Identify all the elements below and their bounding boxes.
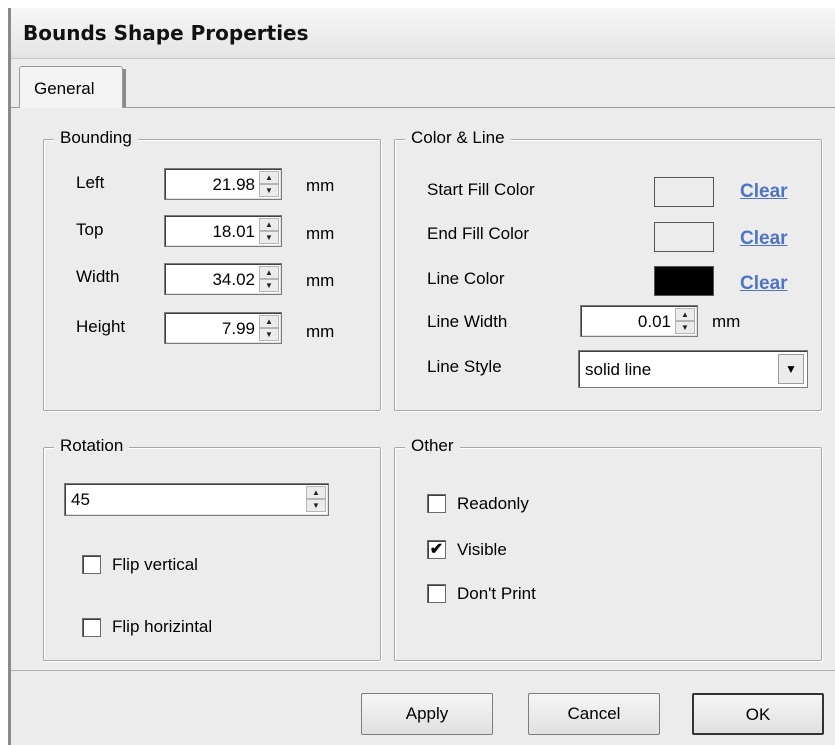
start-fill-color-label: Start Fill Color	[427, 180, 535, 199]
cancel-button[interactable]: Cancel	[528, 693, 660, 735]
width-spin-down-icon[interactable]: ▼	[259, 279, 279, 292]
flip-vertical-checkbox[interactable]	[82, 555, 101, 574]
apply-button[interactable]: Apply	[361, 693, 493, 735]
end-fill-clear-link[interactable]: Clear	[740, 228, 788, 250]
height-spin-down-icon[interactable]: ▼	[259, 328, 279, 341]
left-unit: mm	[306, 176, 335, 195]
rotation-value: 45	[71, 490, 90, 509]
width-spin-up-icon[interactable]: ▲	[259, 266, 279, 279]
bounds-shape-properties-dialog: Bounds Shape Properties General Bounding…	[8, 8, 835, 745]
rotation-spin-up-icon[interactable]: ▲	[306, 486, 326, 499]
top-label: Top	[76, 220, 104, 239]
tab-general-label: General	[34, 79, 95, 98]
window-title: Bounds Shape Properties	[23, 21, 309, 45]
readonly-label[interactable]: Readonly	[457, 494, 529, 514]
height-unit: mm	[306, 322, 335, 341]
width-value: 34.02	[212, 270, 255, 289]
color-line-group: Color & Line Start Fill Color Clear End …	[394, 128, 822, 411]
rotation-legend: Rotation	[54, 436, 130, 456]
rotation-spin-down-icon[interactable]: ▼	[306, 499, 326, 512]
left-value: 21.98	[212, 175, 255, 194]
visible-label[interactable]: Visible	[457, 540, 507, 560]
flip-horizontal-label[interactable]: Flip horizintal	[112, 617, 212, 637]
line-width-spinner[interactable]: 0.01 ▲ ▼	[580, 305, 698, 337]
start-fill-clear-link[interactable]: Clear	[740, 181, 788, 203]
left-spinner[interactable]: 21.98 ▲ ▼	[164, 168, 282, 200]
line-width-unit: mm	[712, 312, 741, 331]
line-style-value: solid line	[585, 360, 652, 379]
tab-general[interactable]: General	[19, 66, 126, 108]
title-bar[interactable]: Bounds Shape Properties	[11, 8, 835, 59]
top-spin-up-icon[interactable]: ▲	[259, 218, 279, 231]
line-color-swatch[interactable]	[654, 266, 714, 296]
height-spin-up-icon[interactable]: ▲	[259, 315, 279, 328]
left-spin-up-icon[interactable]: ▲	[259, 171, 279, 184]
line-width-spin-up-icon[interactable]: ▲	[675, 308, 695, 321]
line-style-label: Line Style	[427, 357, 502, 376]
general-tab-page: Bounding Left 21.98 ▲ ▼ mm Top 18.01 ▲ ▼ m…	[11, 107, 835, 671]
visible-checkbox[interactable]: ✔	[427, 540, 446, 559]
bounding-group: Bounding Left 21.98 ▲ ▼ mm Top 18.01 ▲ ▼ m…	[43, 128, 381, 411]
line-width-spin-down-icon[interactable]: ▼	[675, 321, 695, 334]
line-color-label: Line Color	[427, 269, 505, 288]
ok-button[interactable]: OK	[692, 693, 824, 735]
readonly-checkbox[interactable]	[427, 494, 446, 513]
line-style-select[interactable]: solid line ▼	[578, 350, 808, 388]
color-line-legend: Color & Line	[405, 128, 511, 148]
rotation-spinner[interactable]: 45 ▲ ▼	[64, 483, 329, 516]
height-label: Height	[76, 317, 126, 336]
tab-strip: General	[11, 58, 835, 108]
top-unit: mm	[306, 224, 335, 243]
rotation-group: Rotation 45 ▲ ▼ Flip vertical Flip horizi…	[43, 436, 381, 661]
end-fill-color-label: End Fill Color	[427, 224, 530, 243]
start-fill-color-swatch[interactable]	[654, 177, 714, 207]
width-label: Width	[76, 267, 120, 286]
flip-vertical-label[interactable]: Flip vertical	[112, 555, 198, 575]
dont-print-checkbox[interactable]	[427, 584, 446, 603]
width-spinner[interactable]: 34.02 ▲ ▼	[164, 263, 282, 295]
other-group: Other Readonly ✔ Visible Don't Print	[394, 436, 822, 661]
line-width-value: 0.01	[637, 312, 671, 331]
height-spinner[interactable]: 7.99 ▲ ▼	[164, 312, 282, 344]
chevron-down-icon[interactable]: ▼	[778, 354, 804, 384]
top-spin-down-icon[interactable]: ▼	[259, 231, 279, 244]
checkmark-icon: ✔	[429, 541, 444, 558]
line-color-clear-link[interactable]: Clear	[740, 273, 788, 295]
height-value: 7.99	[221, 319, 255, 338]
line-width-label: Line Width	[427, 312, 508, 331]
dont-print-label[interactable]: Don't Print	[457, 584, 536, 604]
flip-horizontal-checkbox[interactable]	[82, 618, 101, 637]
top-value: 18.01	[212, 222, 255, 241]
other-legend: Other	[405, 436, 460, 456]
left-spin-down-icon[interactable]: ▼	[259, 184, 279, 197]
end-fill-color-swatch[interactable]	[654, 222, 714, 252]
bounding-legend: Bounding	[54, 128, 138, 148]
width-unit: mm	[306, 271, 335, 290]
left-label: Left	[76, 173, 105, 192]
top-spinner[interactable]: 18.01 ▲ ▼	[164, 215, 282, 247]
